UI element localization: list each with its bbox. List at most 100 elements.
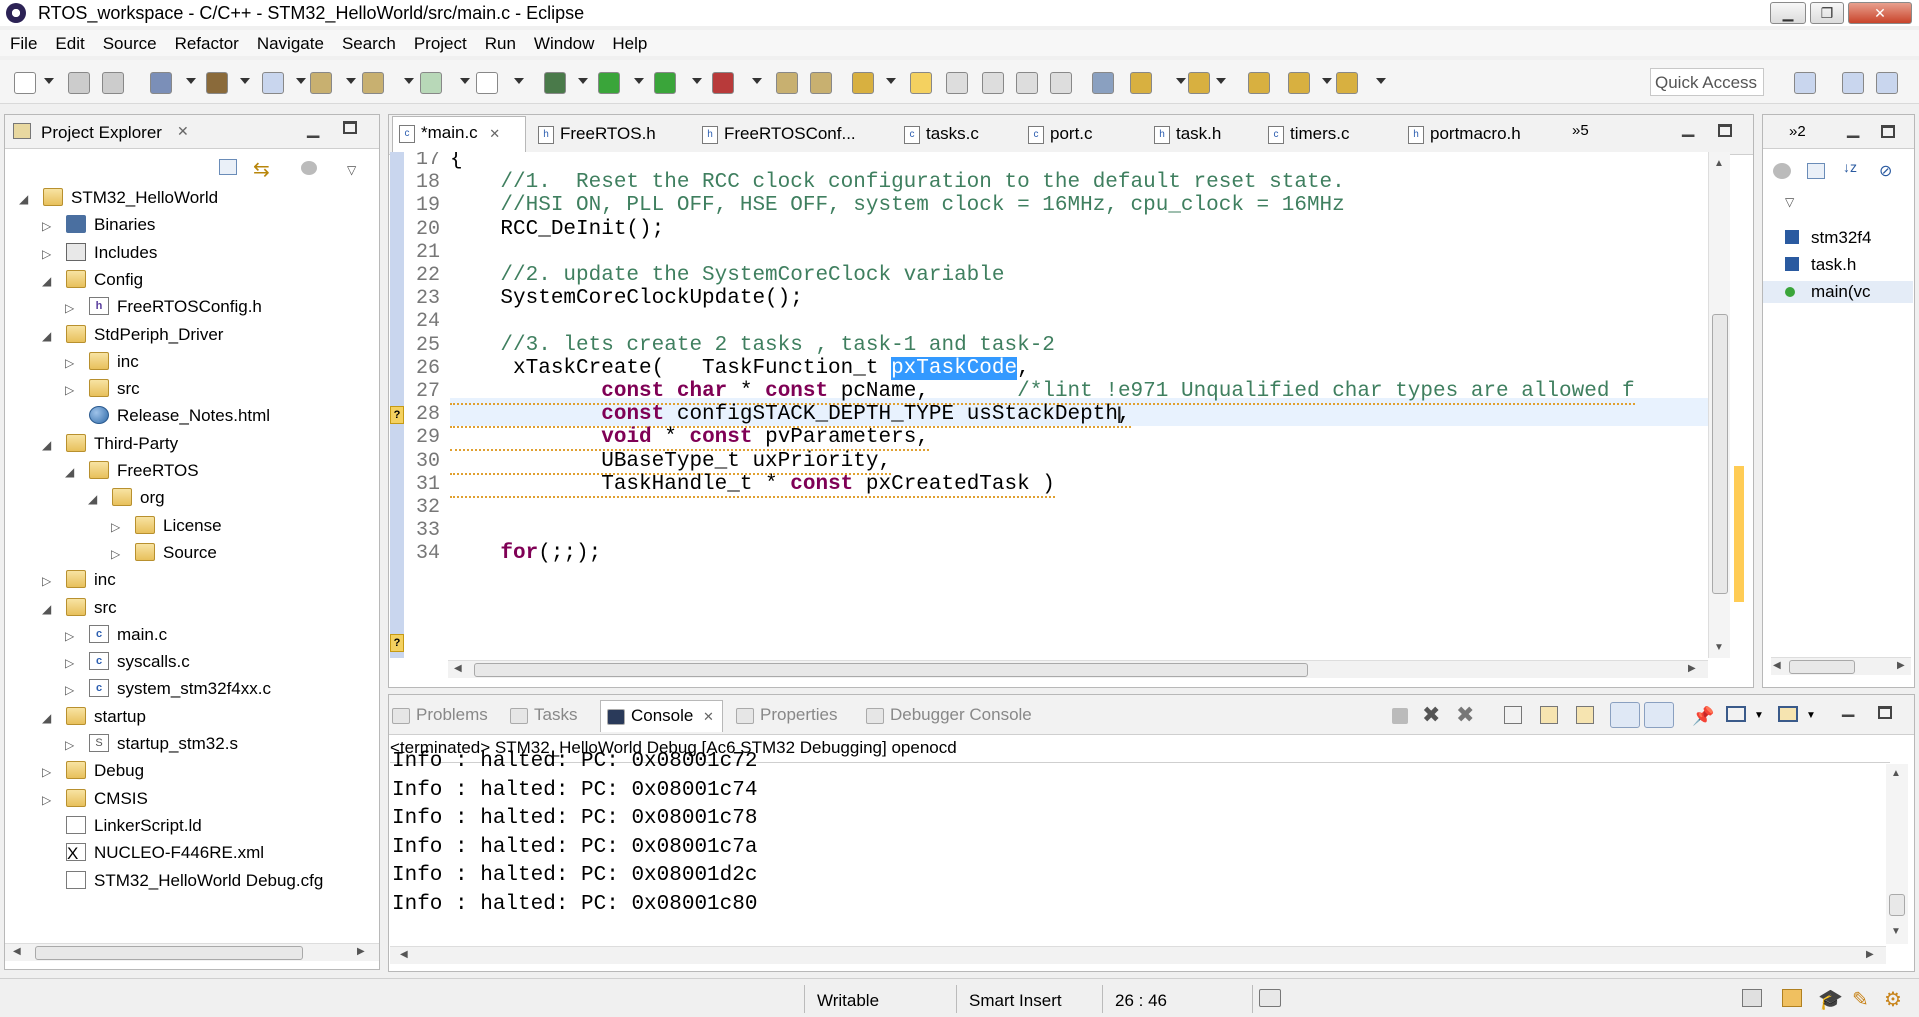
- collapsed-arrow-icon[interactable]: ▷: [42, 574, 51, 588]
- last-edit-icon[interactable]: [1248, 72, 1270, 94]
- tree-item[interactable]: ▷ inc: [5, 351, 375, 373]
- next-annotation-icon[interactable]: [1130, 72, 1152, 94]
- editor-tab[interactable]: h task.h: [1148, 118, 1231, 150]
- warning-marker-icon[interactable]: ?: [390, 406, 404, 424]
- collapsed-arrow-icon[interactable]: ▷: [65, 383, 74, 397]
- back-icon[interactable]: [1288, 72, 1310, 94]
- tree-item[interactable]: ◢ FreeRTOS: [5, 460, 375, 482]
- close-tab-icon[interactable]: ✕: [486, 126, 500, 141]
- menu-help[interactable]: Help: [602, 30, 655, 54]
- code-editor[interactable]: 17 {18 //1. Reset the RCC clock configura…: [404, 152, 1716, 658]
- show-stdout-icon[interactable]: [1610, 702, 1640, 728]
- scroll-up-icon[interactable]: ▲: [1891, 768, 1901, 779]
- explorer-scroll-thumb[interactable]: [35, 946, 303, 960]
- outline-tab-overflow[interactable]: »2: [1789, 123, 1806, 140]
- editor-tab[interactable]: h portmacro.h: [1402, 118, 1531, 150]
- collapsed-arrow-icon[interactable]: ▷: [65, 656, 74, 670]
- scroll-left-icon[interactable]: ◀: [13, 946, 21, 957]
- run-icon[interactable]: [598, 72, 620, 94]
- warning-marker-icon[interactable]: ?: [390, 634, 404, 652]
- editor-tab[interactable]: c timers.c: [1262, 118, 1360, 150]
- pin-console-icon[interactable]: 📌: [1692, 706, 1714, 727]
- new-icon[interactable]: [14, 72, 36, 94]
- editor-vscroll-thumb[interactable]: [1712, 314, 1728, 594]
- collapse-all-icon[interactable]: [1807, 163, 1825, 179]
- close-tab-icon[interactable]: ✕: [699, 709, 714, 724]
- editor-tab-overflow[interactable]: »5: [1572, 122, 1589, 139]
- minimize-view-icon[interactable]: ▁: [1847, 119, 1859, 139]
- open-perspective-icon[interactable]: [1794, 72, 1816, 94]
- status-insert-mode[interactable]: Smart Insert: [956, 985, 1102, 1013]
- editor-tab[interactable]: h FreeRTOSConf...: [696, 118, 866, 150]
- chevron-down-icon[interactable]: [186, 78, 196, 84]
- chevron-down-icon[interactable]: [1376, 78, 1386, 84]
- tree-item[interactable]: ▷ License: [5, 515, 375, 537]
- chevron-down-icon[interactable]: [886, 78, 896, 84]
- collapsed-arrow-icon[interactable]: ▷: [111, 520, 120, 534]
- tree-item[interactable]: ◢ Third-Party: [5, 433, 375, 455]
- bottom-tab[interactable]: Tasks: [510, 705, 577, 725]
- menu-navigate[interactable]: Navigate: [247, 30, 332, 54]
- tree-item[interactable]: ▷ h FreeRTOSConfig.h: [5, 296, 375, 318]
- save-icon[interactable]: [68, 72, 90, 94]
- outline-item[interactable]: task.h: [1763, 254, 1913, 276]
- bottom-tab[interactable]: Properties: [736, 705, 837, 725]
- collapsed-arrow-icon[interactable]: ▷: [111, 547, 120, 561]
- pin-icon[interactable]: [1092, 72, 1114, 94]
- collapsed-arrow-icon[interactable]: ▷: [65, 683, 74, 697]
- chevron-down-icon[interactable]: ▼: [1806, 710, 1816, 721]
- chevron-down-icon[interactable]: [578, 78, 588, 84]
- tutorial-icon[interactable]: 🎓: [1818, 987, 1843, 1012]
- collapsed-arrow-icon[interactable]: ▷: [42, 793, 51, 807]
- editor-vertical-scrollbar[interactable]: ▲ ▼: [1708, 152, 1730, 658]
- open-type-icon[interactable]: [776, 72, 798, 94]
- explorer-horizontal-scrollbar[interactable]: ◀ ▶: [5, 943, 379, 961]
- editor-hscroll-thumb[interactable]: [474, 663, 1308, 677]
- sort-alpha-icon[interactable]: ↓z: [1843, 159, 1857, 175]
- menu-window[interactable]: Window: [524, 30, 602, 54]
- collapsed-arrow-icon[interactable]: ▷: [65, 629, 74, 643]
- scroll-left-icon[interactable]: ◀: [1773, 660, 1781, 671]
- open-console-icon[interactable]: [1778, 706, 1798, 722]
- mark-occurrences-icon[interactable]: [982, 72, 1004, 94]
- debug-icon[interactable]: [544, 72, 566, 94]
- expanded-arrow-icon[interactable]: ◢: [19, 192, 28, 206]
- edit-mode-icon[interactable]: [910, 72, 932, 94]
- chevron-down-icon[interactable]: [296, 78, 306, 84]
- save-all-icon[interactable]: [102, 72, 124, 94]
- chevron-down-icon[interactable]: [240, 78, 250, 84]
- tree-item[interactable]: ◢ STM32_HelloWorld: [5, 187, 375, 209]
- sort-icon[interactable]: [1773, 163, 1791, 179]
- collapsed-arrow-icon[interactable]: ▷: [65, 301, 74, 315]
- bottom-tab[interactable]: Problems: [392, 705, 488, 725]
- collapsed-arrow-icon[interactable]: ▷: [42, 219, 51, 233]
- tree-item[interactable]: ▷ Source: [5, 542, 375, 564]
- expanded-arrow-icon[interactable]: ◢: [42, 329, 51, 343]
- background-tasks-icon[interactable]: [1259, 989, 1281, 1007]
- tree-item[interactable]: ▷ Debug: [5, 760, 375, 782]
- collapsed-arrow-icon[interactable]: ▷: [42, 247, 51, 261]
- update-icon[interactable]: [1742, 989, 1762, 1007]
- collapsed-arrow-icon[interactable]: ▷: [65, 356, 74, 370]
- menu-source[interactable]: Source: [93, 30, 165, 54]
- settings-icon[interactable]: ⚙: [1884, 987, 1902, 1012]
- scroll-right-icon[interactable]: ▶: [1897, 660, 1905, 671]
- restore-button[interactable]: ❐: [1810, 2, 1844, 24]
- outline-scroll-thumb[interactable]: [1789, 660, 1855, 674]
- scroll-down-icon[interactable]: ▼: [1891, 926, 1901, 937]
- console-vscroll-thumb[interactable]: [1889, 894, 1905, 916]
- tree-item[interactable]: ▷ Includes: [5, 242, 375, 264]
- view-menu-icon[interactable]: [301, 161, 317, 175]
- external-tools-icon[interactable]: [712, 72, 734, 94]
- scroll-right-icon[interactable]: ▶: [357, 946, 365, 957]
- prev-annotation-icon[interactable]: [1188, 72, 1210, 94]
- maximize-view-icon[interactable]: [1878, 706, 1892, 719]
- chevron-down-icon[interactable]: [44, 78, 54, 84]
- chevron-down-icon[interactable]: [634, 78, 644, 84]
- tree-item[interactable]: ◢ org: [5, 487, 375, 509]
- block-select-icon[interactable]: [1016, 72, 1038, 94]
- view-menu-chevron-icon[interactable]: ▽: [347, 163, 356, 177]
- word-wrap-icon[interactable]: [1576, 706, 1594, 724]
- maximize-view-icon[interactable]: [1881, 125, 1895, 138]
- close-button[interactable]: ✕: [1848, 2, 1912, 24]
